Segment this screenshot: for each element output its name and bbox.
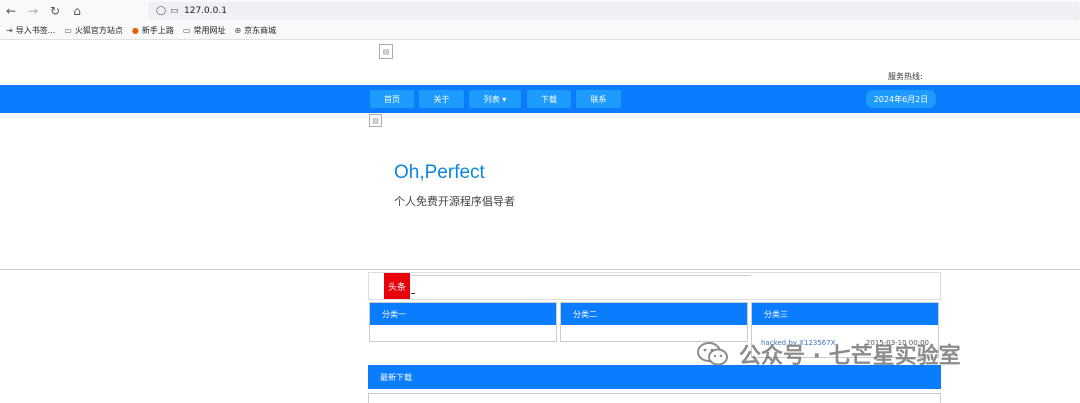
- banner-image-broken: ▤: [369, 114, 382, 127]
- logo-image-broken: ▤: [379, 44, 393, 59]
- headline-box: 头条: [368, 272, 941, 300]
- shield-icon: ◯: [156, 6, 167, 16]
- hotline-label: 服务热线:: [888, 72, 923, 81]
- bookmark-common-sites[interactable]: ▭ 常用网址: [183, 25, 226, 36]
- category-panel-2: 分类二: [560, 302, 748, 342]
- section-divider: [0, 269, 1080, 270]
- address-bar[interactable]: ◯ ▭ 127.0.0.1: [148, 2, 1080, 20]
- main-navbar: 首页 关于 列表 ▾ 下载 联系 2024年6月2日: [0, 85, 1080, 113]
- watermark-text: 公众号 · 七芒星实验室: [739, 344, 961, 369]
- forward-icon[interactable]: →: [22, 0, 44, 22]
- nav-contact[interactable]: 联系: [576, 90, 621, 108]
- import-icon: ⇥: [6, 26, 13, 35]
- hero-subtitle: 个人免费开源程序倡导者: [394, 195, 515, 208]
- nav-download[interactable]: 下载: [527, 90, 571, 108]
- bookmark-firefox-site[interactable]: ▭ 火狐官方站点: [64, 25, 123, 36]
- wechat-watermark: 公众号 · 七芒星实验室: [697, 338, 961, 370]
- wechat-icon: [697, 342, 728, 366]
- headline-tag: 头条: [384, 273, 410, 299]
- back-icon[interactable]: ←: [0, 0, 22, 22]
- page-icon: ▭: [170, 6, 179, 16]
- home-icon[interactable]: ⌂: [66, 0, 88, 22]
- category-title-1[interactable]: 分类一: [370, 303, 556, 325]
- browser-toolbar: ← → ↻ ⌂ ◯ ▭ 127.0.0.1: [0, 0, 1080, 22]
- nav-list-dropdown[interactable]: 列表 ▾: [469, 90, 521, 108]
- folder-icon: ▭: [64, 26, 72, 35]
- reload-icon[interactable]: ↻: [44, 0, 66, 22]
- category-panel-1: 分类一: [369, 302, 557, 342]
- folder-icon: ▭: [182, 26, 191, 35]
- headline-ticker: [411, 293, 415, 294]
- nav-home[interactable]: 首页: [370, 90, 414, 108]
- globe-icon: ⊕: [234, 26, 242, 35]
- bookmark-getting-started[interactable]: ● 新手上路: [132, 25, 174, 36]
- category-title-2[interactable]: 分类二: [561, 303, 747, 325]
- bookmark-import[interactable]: ⇥ 导入书签...: [6, 25, 55, 36]
- category-title-3[interactable]: 分类三: [752, 303, 938, 325]
- url-text: 127.0.0.1: [184, 6, 227, 16]
- headline-line: [411, 275, 751, 276]
- latest-downloads-panel: [368, 393, 941, 403]
- nav-about[interactable]: 关于: [419, 90, 464, 108]
- date-badge: 2024年6月2日: [866, 90, 936, 108]
- hero-title: Oh,Perfect: [394, 162, 485, 183]
- firefox-icon: ●: [131, 26, 139, 35]
- bookmarks-bar: ⇥ 导入书签... ▭ 火狐官方站点 ● 新手上路 ▭ 常用网址 ⊕ 京东商城: [0, 22, 1080, 40]
- bookmark-jd[interactable]: ⊕ 京东商城: [234, 25, 276, 36]
